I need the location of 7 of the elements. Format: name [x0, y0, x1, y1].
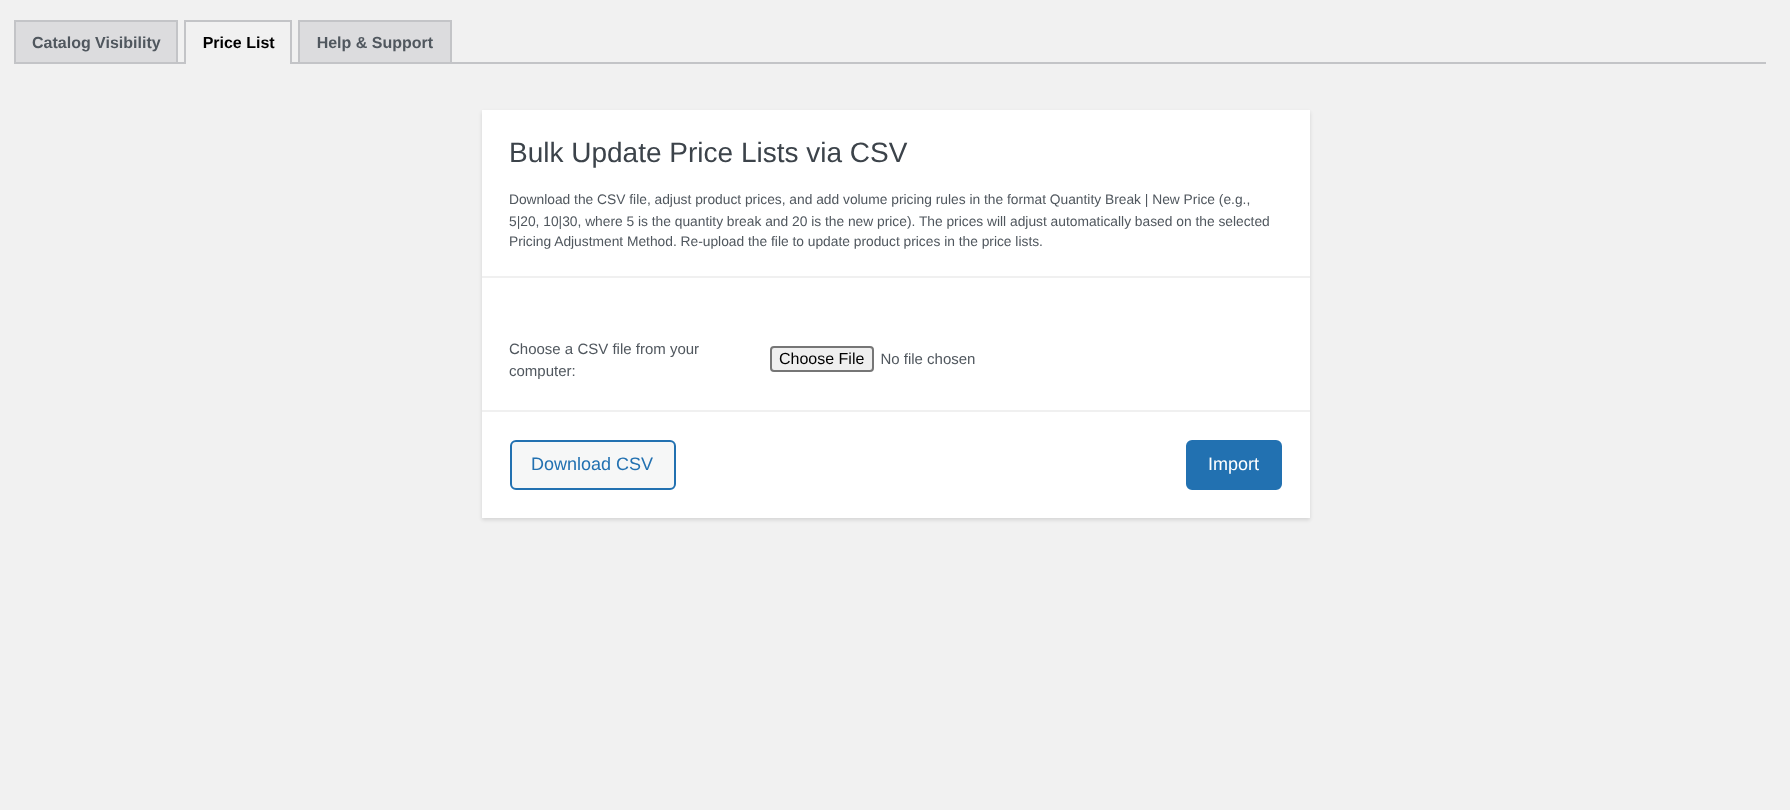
card-title: Bulk Update Price Lists via CSV — [509, 136, 910, 168]
tab[interactable]: Catalog Visibility — [14, 20, 179, 62]
choose-file-button[interactable]: Choose File — [769, 346, 875, 372]
download-button[interactable]: Download CSV — [509, 439, 676, 489]
tab[interactable]: Help & Support — [298, 20, 452, 62]
tab[interactable]: Price List — [184, 20, 293, 64]
import-button[interactable]: Import — [1185, 439, 1281, 489]
